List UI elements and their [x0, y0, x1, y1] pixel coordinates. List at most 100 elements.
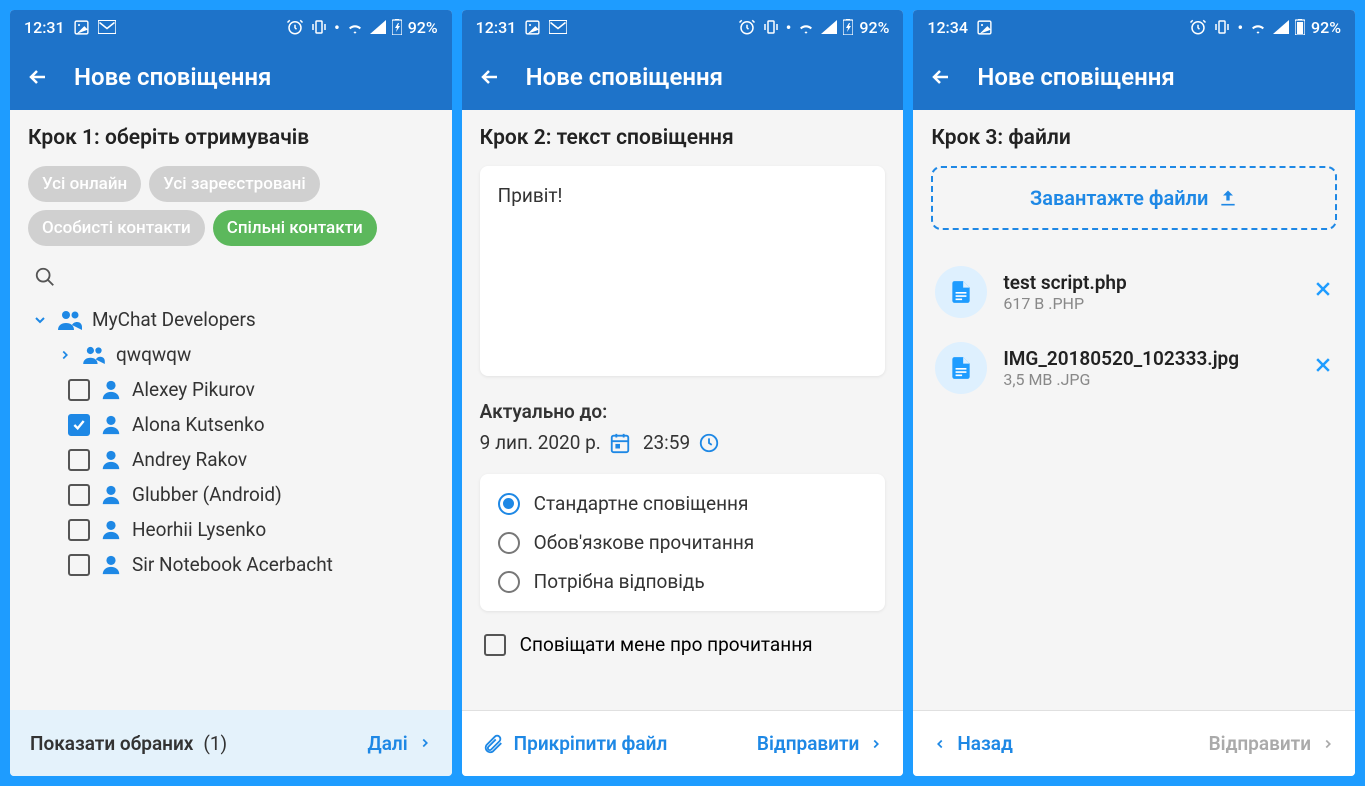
contact-row[interactable]: Alona Kutsenko [28, 407, 434, 442]
date-picker[interactable]: 9 лип. 2020 р. [480, 431, 631, 454]
step-title: Крок 3: файли [931, 126, 1337, 150]
image-icon [976, 19, 993, 36]
checkbox[interactable] [484, 634, 506, 656]
status-time: 12:31 [476, 18, 517, 37]
radio-reply[interactable]: Потрібна відповідь [494, 562, 872, 601]
wifi-icon [797, 20, 815, 34]
remove-file-button[interactable] [1313, 279, 1333, 305]
step-title: Крок 2: текст сповіщення [480, 126, 886, 150]
attach-file-button[interactable]: Прикріпити файл [482, 732, 668, 755]
mail-icon [549, 20, 567, 34]
dot-icon: • [786, 18, 792, 37]
battery-percent: 92% [859, 18, 889, 37]
tree-group[interactable]: MyChat Developers [28, 302, 434, 337]
valid-until-label: Актуально до: [480, 400, 886, 423]
status-bar: 12:31 • 92% [10, 10, 452, 44]
checkbox[interactable] [68, 484, 90, 506]
footer: Прикріпити файл Відправити [462, 710, 904, 776]
time-picker[interactable]: 23:59 [643, 431, 720, 454]
status-bar: 12:34 • 92% [913, 10, 1355, 44]
checkbox[interactable] [68, 449, 90, 471]
vibrate-icon [310, 18, 328, 36]
app-bar: Нове сповіщення [913, 44, 1355, 110]
file-type-icon [935, 266, 987, 318]
wifi-icon [346, 20, 364, 34]
send-button[interactable]: Відправити [757, 732, 883, 755]
dot-icon: • [334, 18, 340, 37]
contact-row[interactable]: Sir Notebook Acerbacht [28, 547, 434, 582]
contact-row[interactable]: Alexey Pikurov [28, 372, 434, 407]
checkbox[interactable] [68, 554, 90, 576]
upload-zone[interactable]: Завантажте файли [931, 166, 1337, 230]
back-step-button[interactable]: Назад [933, 732, 1012, 755]
chip-all-online[interactable]: Усі онлайн [28, 166, 141, 202]
signal-icon [1273, 20, 1289, 34]
file-item: IMG_20180520_102333.jpg 3,5 MB .JPG [931, 330, 1337, 406]
file-name: test script.php [1003, 271, 1297, 294]
phone-screen-3: 12:34 • 92% Нове сповіщення Крок 3: файл… [913, 10, 1355, 776]
checkbox[interactable] [68, 519, 90, 541]
image-icon [73, 19, 90, 36]
radio-button[interactable] [498, 571, 520, 593]
app-bar: Нове сповіщення [10, 44, 452, 110]
back-button[interactable] [929, 65, 953, 89]
battery-icon [843, 19, 853, 35]
chip-personal-contacts[interactable]: Особисті контакти [28, 210, 205, 246]
radio-button[interactable] [498, 532, 520, 554]
radio-button[interactable] [498, 493, 520, 515]
calendar-icon [609, 432, 631, 454]
checkbox[interactable] [68, 379, 90, 401]
wifi-icon [1249, 20, 1267, 34]
file-meta: 617 B .PHP [1003, 294, 1297, 313]
back-button[interactable] [26, 65, 50, 89]
page-title: Нове сповіщення [74, 63, 271, 91]
send-button[interactable]: Відправити [1209, 732, 1335, 755]
tree-subgroup[interactable]: qwqwqw [28, 337, 434, 372]
back-button[interactable] [478, 65, 502, 89]
status-time: 12:31 [24, 18, 65, 37]
contact-row[interactable]: Andrey Rakov [28, 442, 434, 477]
battery-percent: 92% [1311, 18, 1341, 37]
upload-icon [1218, 188, 1238, 208]
alarm-icon [738, 18, 756, 36]
status-time: 12:34 [927, 18, 968, 37]
radio-standard[interactable]: Стандартне сповіщення [494, 484, 872, 523]
footer: Показати обраних (1) Далі [10, 710, 452, 776]
image-icon [524, 19, 541, 36]
signal-icon [821, 20, 837, 34]
chip-shared-contacts[interactable]: Спільні контакти [213, 210, 377, 246]
file-name: IMG_20180520_102333.jpg [1003, 347, 1297, 370]
clock-icon [698, 432, 720, 454]
search-input[interactable] [28, 264, 434, 290]
chip-all-registered[interactable]: Усі зареєстровані [149, 166, 319, 202]
file-meta: 3,5 MB .JPG [1003, 370, 1297, 389]
step-title: Крок 1: оберіть отримувачів [28, 126, 434, 150]
battery-icon [1295, 19, 1305, 35]
page-title: Нове сповіщення [977, 63, 1174, 91]
phone-screen-1: 12:31 • 92% Нове сповіщення Крок 1: обер… [10, 10, 452, 776]
paperclip-icon [482, 733, 504, 755]
show-selected-button[interactable]: Показати обраних (1) [30, 732, 227, 755]
footer: Назад Відправити [913, 710, 1355, 776]
next-button[interactable]: Далі [368, 732, 432, 755]
remove-file-button[interactable] [1313, 355, 1333, 381]
file-item: test script.php 617 B .PHP [931, 254, 1337, 330]
contact-row[interactable]: Heorhii Lysenko [28, 512, 434, 547]
dot-icon: • [1237, 18, 1243, 37]
battery-icon [392, 19, 402, 35]
phone-screen-2: 12:31 • 92% Нове сповіщення Крок 2: текс… [462, 10, 904, 776]
battery-percent: 92% [408, 18, 438, 37]
notify-checkbox-row[interactable]: Сповіщати мене про прочитання [480, 633, 886, 656]
radio-mandatory[interactable]: Обов'язкове прочитання [494, 523, 872, 562]
alarm-icon [1189, 18, 1207, 36]
app-bar: Нове сповіщення [462, 44, 904, 110]
contact-row[interactable]: Glubber (Android) [28, 477, 434, 512]
message-textarea[interactable]: Привіт! [480, 166, 886, 376]
file-type-icon [935, 342, 987, 394]
vibrate-icon [1213, 18, 1231, 36]
status-bar: 12:31 • 92% [462, 10, 904, 44]
mail-icon [98, 20, 116, 34]
checkbox[interactable] [68, 414, 90, 436]
page-title: Нове сповіщення [526, 63, 723, 91]
signal-icon [370, 20, 386, 34]
